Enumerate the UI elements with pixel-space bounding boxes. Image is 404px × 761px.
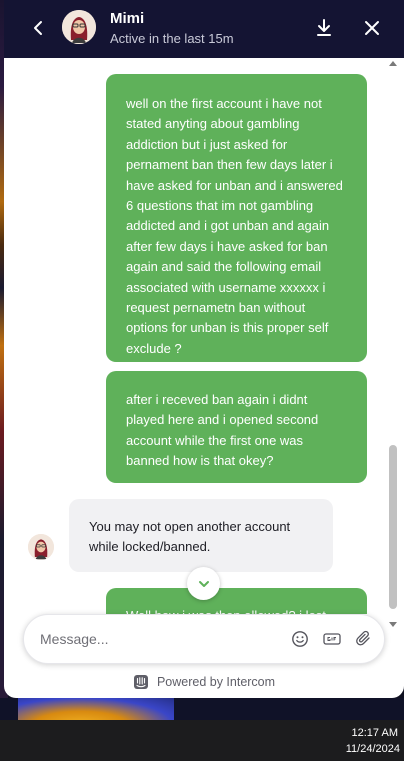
close-icon: [365, 21, 379, 35]
intercom-logo-icon: [133, 675, 148, 689]
message-composer: [23, 614, 385, 664]
download-icon: [317, 19, 331, 36]
back-button[interactable]: [26, 16, 50, 40]
close-button[interactable]: [360, 16, 384, 40]
taskbar-date[interactable]: 11/24/2024: [346, 743, 400, 755]
messenger-window: Mimi Active in the last 15m well on the …: [4, 0, 404, 698]
attach-button[interactable]: [354, 629, 374, 649]
chevron-left-icon: [34, 21, 42, 35]
scroll-to-bottom-button[interactable]: [187, 567, 220, 600]
conversation-area[interactable]: well on the first account i have not sta…: [4, 58, 404, 614]
powered-by-text: Powered by Intercom: [156, 675, 276, 689]
user-message: after i receved ban again i didnt played…: [106, 371, 367, 483]
scrollbar-thumb[interactable]: [389, 445, 397, 609]
agent-status: Active in the last 15m: [110, 31, 234, 46]
powered-by-link[interactable]: Powered by Intercom: [4, 672, 404, 692]
agent-name: Mimi: [110, 10, 145, 27]
agent-avatar: [62, 10, 96, 44]
os-taskbar: 12:17 AM 11/24/2024: [0, 720, 404, 761]
gif-icon: [323, 633, 341, 645]
emoji-button[interactable]: [290, 629, 310, 649]
agent-avatar-small: [28, 534, 54, 560]
messenger-header: Mimi Active in the last 15m: [4, 0, 404, 58]
paperclip-icon: [356, 630, 370, 646]
user-message: well on the first account i have not sta…: [106, 74, 367, 362]
background-page-bottom: [0, 698, 404, 720]
chevron-down-icon: [198, 580, 209, 587]
taskbar-time[interactable]: 12:17 AM: [352, 727, 398, 739]
scroll-up-arrow-icon[interactable]: [389, 61, 397, 66]
download-transcript-button[interactable]: [312, 16, 336, 40]
message-input[interactable]: [40, 627, 270, 651]
conversation-scrollbar[interactable]: [386, 58, 400, 632]
gif-button[interactable]: [322, 629, 342, 649]
smiley-icon: [292, 631, 308, 647]
agent-message: You may not open another account while l…: [69, 499, 333, 572]
background-game-art: [18, 698, 174, 720]
